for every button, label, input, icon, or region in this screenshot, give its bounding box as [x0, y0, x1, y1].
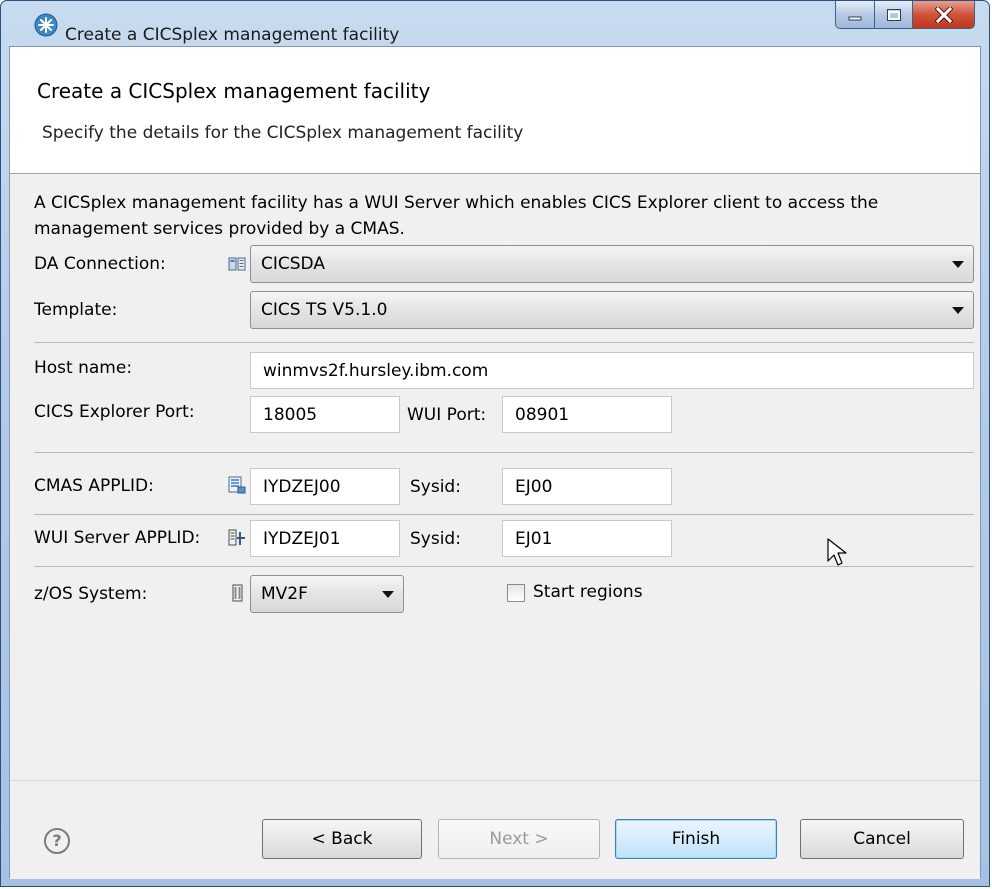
cmas-sysid-field[interactable]: EJ00 [502, 468, 672, 505]
maximize-button[interactable] [875, 1, 913, 29]
separator [34, 342, 974, 343]
da-connection-value: CICSDA [261, 254, 325, 274]
finish-button[interactable]: Finish [615, 819, 777, 859]
zos-system-icon [232, 584, 243, 602]
footer-separator [10, 780, 980, 781]
connection-icon [228, 257, 246, 271]
cmas-applid-field[interactable]: IYDZEJ00 [250, 468, 400, 505]
wizard-body: A CICSplex management facility has a WUI… [10, 174, 980, 879]
window-title: Create a CICSplex management facility [65, 25, 400, 45]
template-combo[interactable]: CICS TS V5.1.0 [250, 291, 974, 329]
explorer-port-field[interactable]: 18005 [250, 396, 400, 433]
banner-title: Create a CICSplex management facility [37, 79, 431, 103]
close-icon [934, 6, 953, 23]
eclipse-wizard-icon [34, 13, 58, 37]
zos-system-combo[interactable]: MV2F [250, 575, 404, 613]
wui-sysid-field[interactable]: EJ01 [502, 520, 672, 557]
window-controls [835, 1, 975, 30]
wui-port-label: WUI Port: [407, 405, 487, 425]
help-button[interactable]: ? [44, 828, 70, 854]
maximize-icon [886, 8, 901, 21]
banner-description: Specify the details for the CICSplex man… [42, 123, 524, 143]
minimize-icon [848, 16, 862, 20]
back-button[interactable]: < Back [262, 819, 422, 859]
next-button[interactable]: Next > [438, 819, 600, 859]
cmas-icon [228, 476, 246, 494]
wui-applid-field[interactable]: IYDZEJ01 [250, 520, 400, 557]
wui-port-field[interactable]: 08901 [502, 396, 672, 433]
wui-sysid-label: Sysid: [410, 529, 461, 549]
cmas-applid-label: CMAS APPLID: [34, 476, 154, 496]
chevron-down-icon [952, 307, 964, 314]
start-regions-label[interactable]: Start regions [533, 582, 643, 602]
host-name-label: Host name: [34, 358, 133, 378]
template-value: CICS TS V5.1.0 [261, 300, 388, 320]
zos-system-label: z/OS System: [34, 584, 148, 604]
chevron-down-icon [952, 261, 964, 268]
template-label: Template: [34, 300, 118, 320]
separator [34, 514, 974, 515]
wui-server-icon [228, 529, 245, 546]
dialog-client-area: Create a CICSplex management facility Sp… [9, 46, 981, 879]
title-bar[interactable]: Create a CICSplex management facility [1, 1, 989, 45]
info-text: A CICSplex management facility has a WUI… [34, 193, 879, 239]
da-connection-combo[interactable]: CICSDA [250, 245, 974, 283]
wizard-banner: Create a CICSplex management facility Sp… [10, 47, 980, 174]
cmas-sysid-label: Sysid: [410, 477, 461, 497]
start-regions-checkbox[interactable] [507, 584, 525, 602]
wizard-window: Create a CICSplex management facility Cr… [0, 0, 990, 887]
close-button[interactable] [913, 1, 975, 29]
da-connection-label: DA Connection: [34, 254, 166, 274]
cancel-button[interactable]: Cancel [800, 819, 964, 859]
host-name-field[interactable]: winmvs2f.hursley.ibm.com [250, 352, 974, 389]
wui-applid-label: WUI Server APPLID: [34, 528, 201, 548]
separator [34, 452, 974, 453]
chevron-down-icon [382, 591, 394, 598]
explorer-port-label: CICS Explorer Port: [34, 402, 195, 422]
mouse-cursor-icon [827, 538, 847, 566]
minimize-button[interactable] [835, 1, 875, 29]
zos-system-value: MV2F [261, 584, 308, 604]
